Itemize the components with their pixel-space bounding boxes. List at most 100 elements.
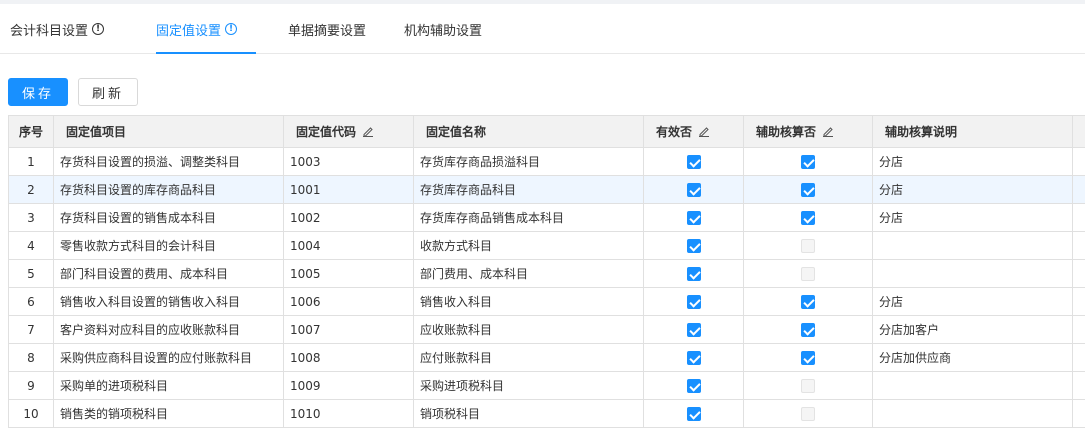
header-valid[interactable]: 有效否: [643, 115, 744, 148]
aux-checkbox[interactable]: [801, 154, 815, 169]
cell-code[interactable]: 1001: [283, 175, 414, 204]
fixed-value-grid: 序号 固定值项目 固定值代码 固定值名称 有效否 辅助核算否 辅助核算说明 1存…: [8, 115, 1085, 428]
tab-org-auxiliary-settings[interactable]: 机构辅助设置: [404, 4, 490, 54]
table-row[interactable]: 9 采购单的进项税科目 1009 采购进项税科目: [8, 371, 1085, 400]
cell-name[interactable]: 采购进项税科目: [413, 371, 644, 400]
cell-aux-note[interactable]: [872, 259, 1073, 288]
tab-label: 固定值设置: [156, 23, 222, 39]
cell-name[interactable]: 销项税科目: [413, 399, 644, 428]
cell-item[interactable]: 采购供应商科目设置的应付账款科目: [53, 343, 284, 372]
cell-item[interactable]: 销售类的销项税科目: [53, 399, 284, 428]
cell-aux-note[interactable]: 分店加供应商: [872, 343, 1073, 372]
valid-checkbox[interactable]: [686, 210, 701, 225]
valid-checkbox[interactable]: [686, 266, 701, 281]
cell-item[interactable]: 存货科目设置的库存商品科目: [53, 175, 284, 204]
cell-name[interactable]: 应收账款科目: [413, 315, 644, 344]
cell-code[interactable]: 1009: [283, 371, 414, 400]
cell-aux-note[interactable]: [872, 399, 1073, 428]
cell-name[interactable]: 部门费用、成本科目: [413, 259, 644, 288]
cell-code[interactable]: 1010: [283, 399, 414, 428]
cell-item[interactable]: 采购单的进项税科目: [53, 371, 284, 400]
cell-spacer: [1072, 203, 1085, 232]
aux-checkbox[interactable]: [801, 322, 815, 337]
info-icon[interactable]: !: [225, 23, 238, 35]
table-body: 1 存货科目设置的损溢、调整类科目 1003 存货库存商品损溢科目 分店 2 存货科目设置的…: [8, 147, 1085, 428]
valid-checkbox[interactable]: [686, 154, 701, 169]
cell-name[interactable]: 应付账款科目: [413, 343, 644, 372]
aux-checkbox[interactable]: [801, 406, 815, 421]
header-item[interactable]: 固定值项目: [53, 115, 284, 148]
edit-icon: [699, 127, 710, 137]
aux-checkbox[interactable]: [801, 182, 815, 197]
cell-item[interactable]: 存货科目设置的损溢、调整类科目: [53, 147, 284, 176]
cell-spacer: [1072, 287, 1085, 316]
aux-checkbox[interactable]: [801, 210, 815, 225]
cell-code[interactable]: 1008: [283, 343, 414, 372]
table-row[interactable]: 8 采购供应商科目设置的应付账款科目 1008 应付账款科目 分店加供应商: [8, 343, 1085, 372]
cell-aux-note[interactable]: 分店: [872, 287, 1073, 316]
cell-aux-note[interactable]: 分店加客户: [872, 315, 1073, 344]
cell-code[interactable]: 1006: [283, 287, 414, 316]
cell-no: 7: [8, 315, 54, 344]
valid-checkbox[interactable]: [686, 238, 701, 253]
cell-item[interactable]: 存货科目设置的销售成本科目: [53, 203, 284, 232]
cell-name[interactable]: 销售收入科目: [413, 287, 644, 316]
table-row[interactable]: 7 客户资料对应科目的应收账款科目 1007 应收账款科目 分店加客户: [8, 315, 1085, 344]
aux-checkbox[interactable]: [801, 350, 815, 365]
cell-aux-note[interactable]: 分店: [872, 175, 1073, 204]
valid-checkbox[interactable]: [686, 406, 701, 421]
valid-checkbox[interactable]: [686, 294, 701, 309]
cell-name[interactable]: 收款方式科目: [413, 231, 644, 260]
tab-document-summary-settings[interactable]: 单据摘要设置: [288, 4, 374, 54]
cell-valid: [643, 343, 744, 372]
settings-tabs: 会计科目设置 ! 固定值设置 ! 单据摘要设置 机构辅助设置: [0, 4, 1085, 54]
header-no[interactable]: 序号: [8, 115, 54, 148]
cell-aux-note[interactable]: 分店: [872, 203, 1073, 232]
aux-checkbox[interactable]: [801, 238, 815, 253]
table-row[interactable]: 3 存货科目设置的销售成本科目 1002 存货库存商品销售成本科目 分店: [8, 203, 1085, 232]
tab-fixed-value-settings[interactable]: 固定值设置 !: [156, 4, 256, 54]
valid-checkbox[interactable]: [686, 378, 701, 393]
cell-code[interactable]: 1005: [283, 259, 414, 288]
cell-aux: [743, 315, 873, 344]
table-row[interactable]: 1 存货科目设置的损溢、调整类科目 1003 存货库存商品损溢科目 分店: [8, 147, 1085, 176]
header-name[interactable]: 固定值名称: [413, 115, 644, 148]
aux-checkbox[interactable]: [801, 378, 815, 393]
table-row[interactable]: 5 部门科目设置的费用、成本科目 1005 部门费用、成本科目: [8, 259, 1085, 288]
valid-checkbox[interactable]: [686, 182, 701, 197]
valid-checkbox[interactable]: [686, 350, 701, 365]
save-button[interactable]: 保存: [8, 78, 68, 106]
cell-valid: [643, 315, 744, 344]
aux-checkbox[interactable]: [801, 266, 815, 281]
cell-code[interactable]: 1004: [283, 231, 414, 260]
table-row[interactable]: 6 销售收入科目设置的销售收入科目 1006 销售收入科目 分店: [8, 287, 1085, 316]
cell-no: 4: [8, 231, 54, 260]
header-aux[interactable]: 辅助核算否: [743, 115, 873, 148]
cell-name[interactable]: 存货库存商品损溢科目: [413, 147, 644, 176]
header-aux-note[interactable]: 辅助核算说明: [872, 115, 1073, 148]
table-row[interactable]: 2 存货科目设置的库存商品科目 1001 存货库存商品科目 分店: [8, 175, 1085, 204]
cell-code[interactable]: 1007: [283, 315, 414, 344]
cell-name[interactable]: 存货库存商品销售成本科目: [413, 203, 644, 232]
info-icon[interactable]: !: [92, 23, 105, 35]
cell-code[interactable]: 1003: [283, 147, 414, 176]
header-code[interactable]: 固定值代码: [283, 115, 414, 148]
cell-aux: [743, 175, 873, 204]
aux-checkbox[interactable]: [801, 294, 815, 309]
cell-item[interactable]: 销售收入科目设置的销售收入科目: [53, 287, 284, 316]
table-row[interactable]: 10 销售类的销项税科目 1010 销项税科目: [8, 399, 1085, 428]
tab-account-subject-settings[interactable]: 会计科目设置 !: [10, 4, 114, 54]
table-row[interactable]: 4 零售收款方式科目的会计科目 1004 收款方式科目: [8, 231, 1085, 260]
cell-valid: [643, 203, 744, 232]
cell-aux: [743, 259, 873, 288]
cell-item[interactable]: 零售收款方式科目的会计科目: [53, 231, 284, 260]
cell-name[interactable]: 存货库存商品科目: [413, 175, 644, 204]
cell-aux-note[interactable]: [872, 371, 1073, 400]
cell-aux-note[interactable]: [872, 231, 1073, 260]
cell-item[interactable]: 客户资料对应科目的应收账款科目: [53, 315, 284, 344]
cell-code[interactable]: 1002: [283, 203, 414, 232]
cell-aux-note[interactable]: 分店: [872, 147, 1073, 176]
cell-item[interactable]: 部门科目设置的费用、成本科目: [53, 259, 284, 288]
valid-checkbox[interactable]: [686, 322, 701, 337]
refresh-button[interactable]: 刷新: [78, 78, 138, 106]
